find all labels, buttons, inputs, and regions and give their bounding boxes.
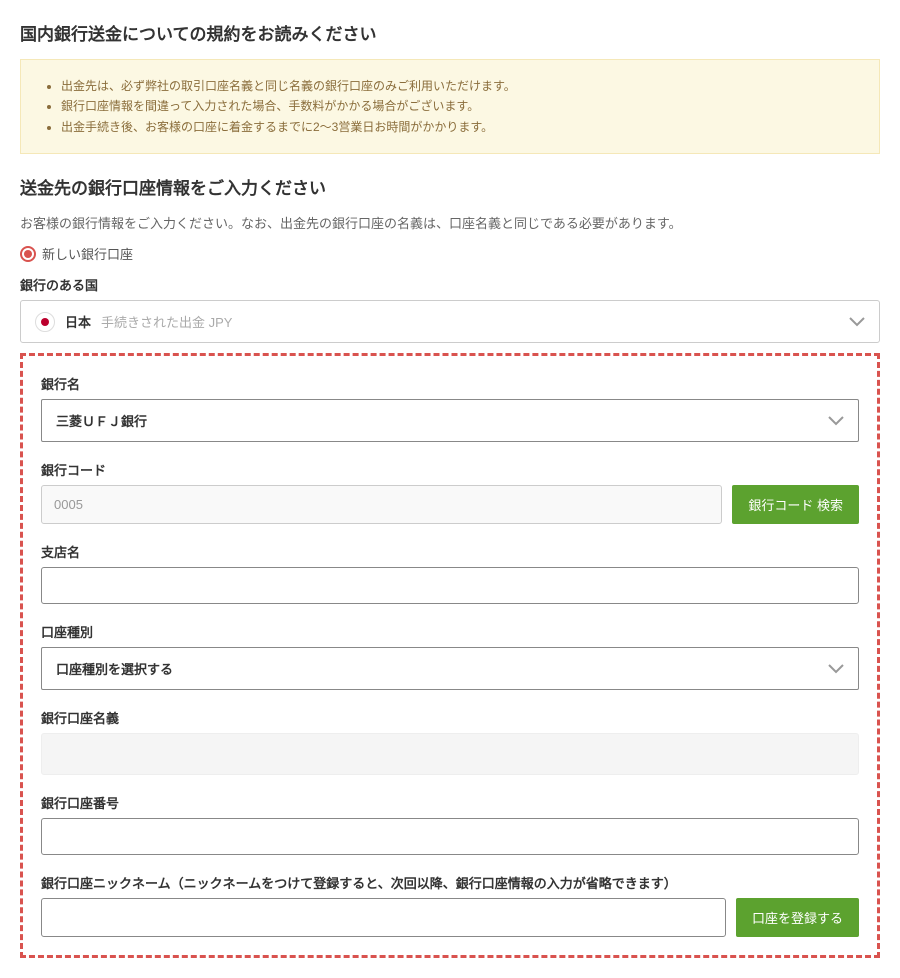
radio-label: 新しい銀行口座: [42, 244, 133, 263]
bank-code-label: 銀行コード: [41, 460, 859, 479]
branch-label: 支店名: [41, 542, 859, 561]
bank-name-select[interactable]: 三菱ＵＦＪ銀行: [41, 399, 859, 442]
account-number-label: 銀行口座番号: [41, 793, 859, 812]
bank-name-value: 三菱ＵＦＪ銀行: [56, 411, 147, 430]
bank-code-input[interactable]: [41, 485, 722, 524]
bankinfo-subtext: お客様の銀行情報をご入力ください。なお、出金先の銀行口座の名義は、口座名義と同じ…: [20, 213, 880, 232]
chevron-down-icon: [849, 311, 865, 332]
country-select[interactable]: 日本 手続きされた出金 JPY: [20, 300, 880, 343]
bank-name-label: 銀行名: [41, 374, 859, 393]
country-hint: 手続きされた出金 JPY: [101, 312, 232, 331]
new-account-radio[interactable]: 新しい銀行口座: [20, 244, 880, 263]
terms-note: 出金先は、必ず弊社の取引口座名義と同じ名義の銀行口座のみご利用いただけます。: [61, 76, 855, 96]
country-label: 銀行のある国: [20, 275, 880, 294]
account-number-input[interactable]: [41, 818, 859, 855]
radio-icon: [20, 246, 36, 262]
nickname-input[interactable]: [41, 898, 726, 937]
nickname-label: 銀行口座ニックネーム（ニックネームをつけて登録すると、次回以降、銀行口座情報の入…: [41, 873, 859, 892]
account-type-select[interactable]: 口座種別を選択する: [41, 647, 859, 690]
terms-note: 銀行口座情報を間違って入力された場合、手数料がかかる場合がございます。: [61, 96, 855, 116]
terms-heading: 国内銀行送金についての規約をお読みください: [20, 20, 880, 45]
account-holder-display: [41, 733, 859, 775]
chevron-down-icon: [828, 658, 844, 679]
account-holder-label: 銀行口座名義: [41, 708, 859, 727]
account-type-placeholder: 口座種別を選択する: [56, 659, 173, 678]
chevron-down-icon: [828, 410, 844, 431]
bank-code-search-button[interactable]: 銀行コード 検索: [732, 485, 859, 524]
bankinfo-heading: 送金先の銀行口座情報をご入力ください: [20, 174, 880, 199]
branch-input[interactable]: [41, 567, 859, 604]
account-type-label: 口座種別: [41, 622, 859, 641]
flag-jp-icon: [35, 312, 55, 332]
terms-note: 出金手続き後、お客様の口座に着金するまでに2～3営業日お時間がかかります。: [61, 117, 855, 137]
bank-form-highlighted: 銀行名 三菱ＵＦＪ銀行 銀行コード 銀行コード 検索 支店名 口座種別 口座種別…: [20, 353, 880, 958]
register-account-button[interactable]: 口座を登録する: [736, 898, 859, 937]
country-name: 日本: [65, 312, 91, 331]
terms-notice-box: 出金先は、必ず弊社の取引口座名義と同じ名義の銀行口座のみご利用いただけます。 銀…: [20, 59, 880, 154]
